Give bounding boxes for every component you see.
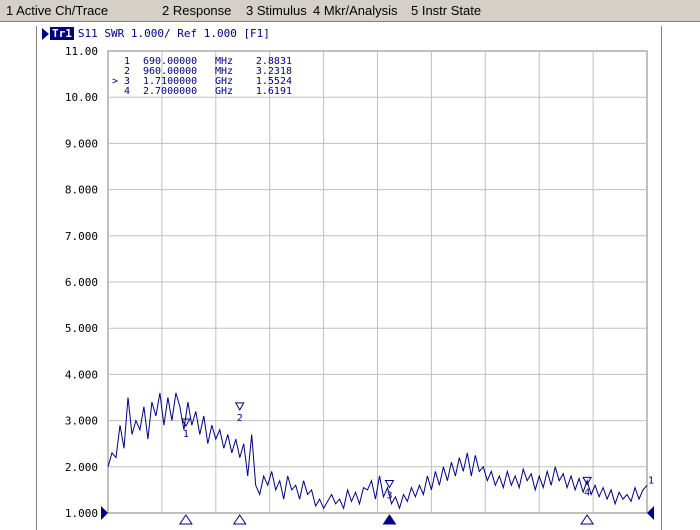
menu-item-1[interactable]: 1 Active Ch/Trace <box>6 3 108 18</box>
menu-item-4[interactable]: 4 Mkr/Analysis <box>313 3 398 18</box>
menu-item-3[interactable]: 3 Stimulus <box>246 3 307 18</box>
menu-bar: 1 Active Ch/Trace 2 Response 3 Stimulus 4 M… <box>0 0 700 22</box>
menu-item-5[interactable]: 5 Instr State <box>411 3 481 18</box>
trace-header[interactable]: Tr1 S11 SWR 1.000/ Ref 1.000 [F1] <box>42 27 270 41</box>
active-trace-arrow-icon <box>42 28 49 40</box>
trace-window <box>36 26 662 530</box>
menu-item-2[interactable]: 2 Response <box>162 3 231 18</box>
trace-tag[interactable]: Tr1 <box>50 27 74 40</box>
trace-header-text: S11 SWR 1.000/ Ref 1.000 [F1] <box>77 27 270 40</box>
